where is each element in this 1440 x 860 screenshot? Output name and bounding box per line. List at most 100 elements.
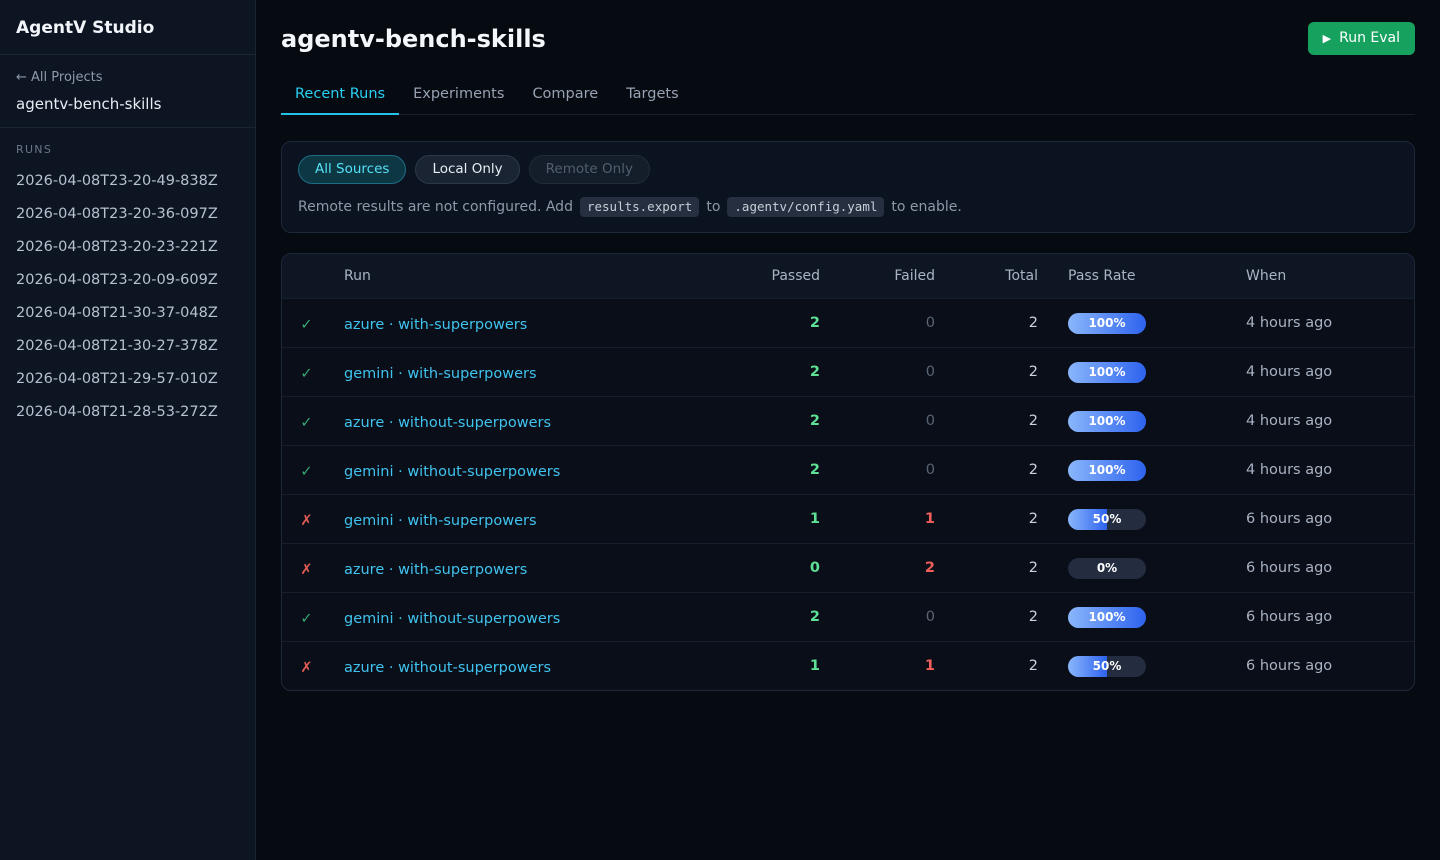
status-cell: ✓ <box>282 412 331 431</box>
pass-rate-cell: 0% <box>1038 558 1246 579</box>
passed-count: 2 <box>728 413 820 429</box>
when-cell: 6 hours ago <box>1246 609 1414 625</box>
column-header-run: Run <box>331 268 728 284</box>
run-cell: azure · without-superpowers <box>331 412 728 431</box>
fail-cross-icon: ✗ <box>300 562 312 578</box>
run-link[interactable]: gemini · with-superpowers <box>344 366 537 382</box>
table-row[interactable]: ✓azure · without-superpowers202100%4 hou… <box>282 396 1414 445</box>
sidebar-run-item[interactable]: 2026-04-08T21-30-27-378Z <box>16 329 239 362</box>
when-cell: 4 hours ago <box>1246 364 1414 380</box>
sidebar-run-item[interactable]: 2026-04-08T23-20-49-838Z <box>16 164 239 197</box>
table-row[interactable]: ✗azure · with-superpowers0220%6 hours ag… <box>282 543 1414 592</box>
run-link[interactable]: gemini · without-superpowers <box>344 611 560 627</box>
pass-check-icon: ✓ <box>300 317 312 333</box>
column-header-pass-rate: Pass Rate <box>1038 268 1246 284</box>
sidebar-run-item[interactable]: 2026-04-08T23-20-09-609Z <box>16 263 239 296</box>
pass-check-icon: ✓ <box>300 464 312 480</box>
run-link[interactable]: azure · with-superpowers <box>344 562 527 578</box>
status-cell: ✗ <box>282 510 331 529</box>
table-row[interactable]: ✓gemini · with-superpowers202100%4 hours… <box>282 347 1414 396</box>
run-cell: azure · without-superpowers <box>331 657 728 676</box>
table-row[interactable]: ✗gemini · with-superpowers11250%6 hours … <box>282 494 1414 543</box>
total-count: 2 <box>935 658 1038 674</box>
pass-rate-label: 50% <box>1068 509 1146 530</box>
column-header-failed: Failed <box>820 268 935 284</box>
passed-count: 2 <box>728 364 820 380</box>
pass-check-icon: ✓ <box>300 611 312 627</box>
passed-count: 1 <box>728 658 820 674</box>
status-cell: ✓ <box>282 608 331 627</box>
table-row[interactable]: ✗azure · without-superpowers11250%6 hour… <box>282 641 1414 690</box>
pass-rate-cell: 100% <box>1038 460 1246 481</box>
when-cell: 6 hours ago <box>1246 511 1414 527</box>
passed-count: 1 <box>728 511 820 527</box>
tab-bar: Recent RunsExperimentsCompareTargets <box>281 77 1415 115</box>
passed-count: 2 <box>728 315 820 331</box>
column-header-when: When <box>1246 268 1414 284</box>
when-cell: 4 hours ago <box>1246 315 1414 331</box>
all-projects-back-link[interactable]: ← All Projects <box>16 70 239 85</box>
sidebar: AgentV Studio ← All Projects agentv-benc… <box>0 0 256 860</box>
table-body: ✓azure · with-superpowers202100%4 hours … <box>282 298 1414 690</box>
failed-count: 1 <box>820 658 935 674</box>
when-cell: 4 hours ago <box>1246 462 1414 478</box>
pass-rate-label: 0% <box>1068 558 1146 579</box>
run-link[interactable]: azure · with-superpowers <box>344 317 527 333</box>
table-header-row: RunPassedFailedTotalPass RateWhen <box>282 254 1414 298</box>
run-eval-button[interactable]: ▶ Run Eval <box>1308 22 1415 55</box>
pass-rate-label: 100% <box>1068 411 1146 432</box>
failed-count: 1 <box>820 511 935 527</box>
tab-compare[interactable]: Compare <box>518 77 612 115</box>
tab-targets[interactable]: Targets <box>612 77 692 115</box>
filter-pill-remote-only[interactable]: Remote Only <box>529 155 650 184</box>
note-prefix: Remote results are not configured. Add <box>298 199 573 215</box>
failed-count: 2 <box>820 560 935 576</box>
runs-table: RunPassedFailedTotalPass RateWhen ✓ azure… <box>281 253 1415 691</box>
filter-pill-all-sources[interactable]: All Sources <box>298 155 406 184</box>
app-title: AgentV Studio <box>0 0 255 55</box>
run-link[interactable]: gemini · without-superpowers <box>344 464 560 480</box>
pass-rate-label: 100% <box>1068 607 1146 628</box>
passed-count: 2 <box>728 462 820 478</box>
runs-section-heading: RUNS <box>16 143 239 156</box>
pass-rate-label: 100% <box>1068 313 1146 334</box>
run-cell: gemini · without-superpowers <box>331 608 728 627</box>
pass-rate-label: 50% <box>1068 656 1146 677</box>
total-count: 2 <box>935 364 1038 380</box>
sidebar-run-item[interactable]: 2026-04-08T23-20-36-097Z <box>16 197 239 230</box>
source-filter-group: All Sources Local Only Remote Only <box>298 155 1398 184</box>
sidebar-run-item[interactable]: 2026-04-08T21-30-37-048Z <box>16 296 239 329</box>
sidebar-run-item[interactable]: 2026-04-08T21-28-53-272Z <box>16 395 239 428</box>
pass-rate-pill: 100% <box>1068 313 1146 334</box>
sidebar-run-item[interactable]: 2026-04-08T23-20-23-221Z <box>16 230 239 263</box>
filter-pill-local-only[interactable]: Local Only <box>415 155 519 184</box>
source-filter-card: All Sources Local Only Remote Only Remote … <box>281 141 1415 233</box>
table-row[interactable]: ✓gemini · without-superpowers202100%4 ho… <box>282 445 1414 494</box>
column-header-passed: Passed <box>728 268 820 284</box>
pass-rate-cell: 50% <box>1038 656 1246 677</box>
page-title: agentv-bench-skills <box>281 25 546 53</box>
run-link[interactable]: gemini · with-superpowers <box>344 513 537 529</box>
project-name: agentv-bench-skills <box>16 95 239 113</box>
when-cell: 6 hours ago <box>1246 658 1414 674</box>
pass-rate-pill: 100% <box>1068 411 1146 432</box>
tab-recent-runs[interactable]: Recent Runs <box>281 77 399 115</box>
fail-cross-icon: ✗ <box>300 513 312 529</box>
failed-count: 0 <box>820 364 935 380</box>
when-cell: 6 hours ago <box>1246 560 1414 576</box>
run-cell: azure · with-superpowers <box>331 559 728 578</box>
status-cell: ✗ <box>282 657 331 676</box>
table-row[interactable]: ✓gemini · without-superpowers202100%6 ho… <box>282 592 1414 641</box>
failed-count: 0 <box>820 413 935 429</box>
when-cell: 4 hours ago <box>1246 413 1414 429</box>
status-cell: ✓ <box>282 314 331 333</box>
pass-rate-pill: 100% <box>1068 362 1146 383</box>
tab-experiments[interactable]: Experiments <box>399 77 518 115</box>
table-row[interactable]: ✓azure · with-superpowers202100%4 hours … <box>282 298 1414 347</box>
note-middle: to <box>706 199 720 215</box>
note-code-config-yaml: .agentv/config.yaml <box>727 197 884 217</box>
run-cell: gemini · with-superpowers <box>331 363 728 382</box>
run-link[interactable]: azure · without-superpowers <box>344 415 551 431</box>
sidebar-run-item[interactable]: 2026-04-08T21-29-57-010Z <box>16 362 239 395</box>
run-link[interactable]: azure · without-superpowers <box>344 660 551 676</box>
